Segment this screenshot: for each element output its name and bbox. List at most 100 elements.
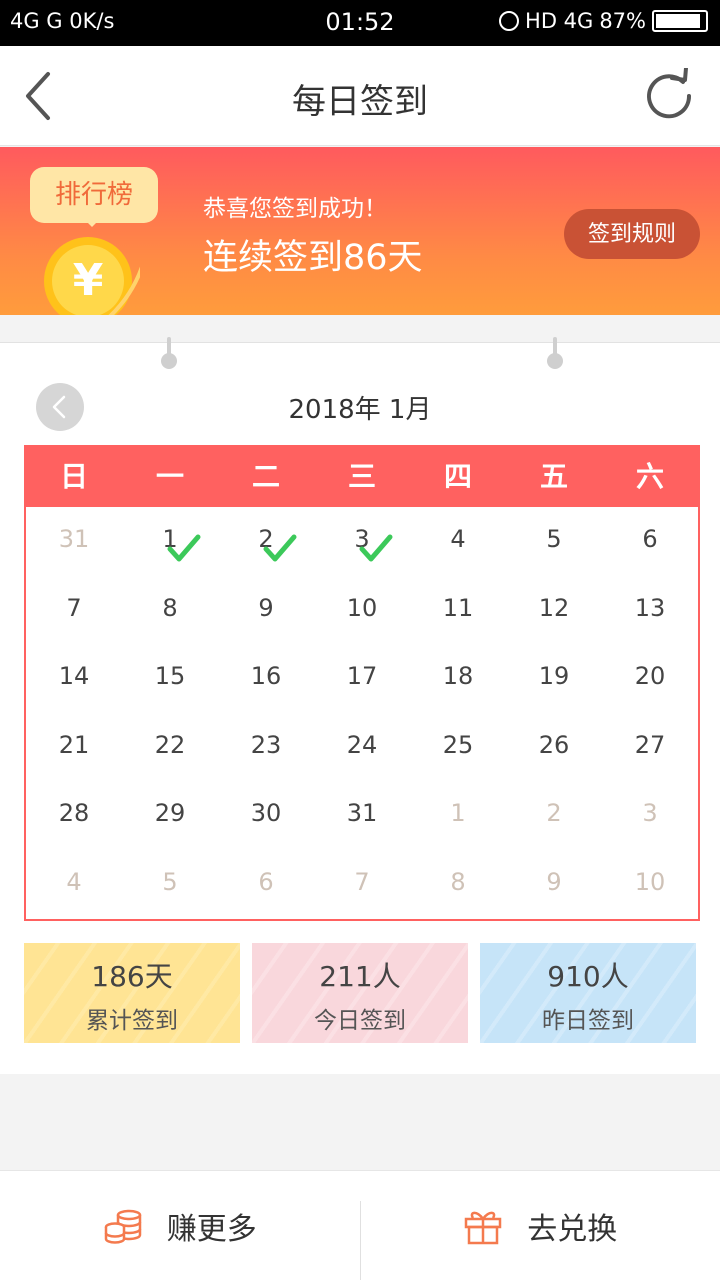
calendar-day-other-month[interactable]: 2 [506,781,602,850]
day-number: 6 [642,525,658,553]
day-number: 25 [442,730,474,759]
day-number: 8 [450,867,466,896]
calendar-day-other-month[interactable]: 6 [218,850,314,919]
calendar-day[interactable]: 11 [410,576,506,645]
stat-value: 186天 [91,960,173,993]
battery-icon [652,10,708,32]
calendar-day-other-month[interactable]: 8 [410,850,506,919]
calendar-day[interactable]: 2 [218,507,314,576]
calendar-weeks: 31 1 2 3 4 5 6 7 8 9 10 11 12 13 14 15 16 17 18 19 20 21 22 23 2… [26,507,698,918]
calendar-day-other-month[interactable]: 5 [122,850,218,919]
weekday-label: 六 [635,460,664,493]
calendar-day[interactable]: 16 [218,644,314,713]
weekday-label: 四 [443,460,472,493]
gift-icon [465,1211,502,1244]
day-number: 21 [58,730,90,759]
day-number: 4 [66,867,82,896]
calendar-day[interactable]: 22 [122,713,218,782]
day-number: 29 [154,799,186,827]
day-number: 7 [66,593,82,622]
calendar-day[interactable]: 23 [218,713,314,782]
calendar-day-other-month[interactable]: 1 [410,781,506,850]
exchange-label: 去兑换 [527,1211,618,1247]
checkin-streak: 连续签到86天 [203,238,423,278]
day-number: 9 [258,593,274,622]
calendar-day[interactable]: 8 [122,576,218,645]
yuan-coin-icon: ¥ [44,237,140,315]
calendar-day[interactable]: 13 [602,576,698,645]
weekday-label: 三 [347,460,376,493]
calendar-day[interactable]: 1 [122,507,218,576]
calendar-day[interactable]: 28 [26,781,122,850]
total-checkins-stat: 186天累计签到 [24,943,240,1043]
calendar-day[interactable]: 3 [314,507,410,576]
stat-label: 累计签到 [86,1008,178,1034]
calendar-day-other-month[interactable]: 9 [506,850,602,919]
calendar-day-other-month[interactable]: 31 [26,507,122,576]
calendar-day[interactable]: 19 [506,644,602,713]
calendar-day[interactable]: 6 [602,507,698,576]
stats-row: 186天 累计签到 211人 今日签到 910人 昨日签到 [24,943,696,1043]
day-number: 10 [634,867,666,896]
day-number: 11 [442,593,474,622]
day-number: 7 [354,867,370,896]
calendar-card: 2018年 1月 日一二三四五六 31 1 2 3 4 5 6 7 8 9 10 11 12 13 14 15… [0,337,720,1074]
day-number: 15 [154,662,186,690]
calendar-day[interactable]: 12 [506,576,602,645]
refresh-icon [647,66,692,119]
month-title: 2018年 1月 [288,395,432,425]
stat-label: 昨日签到 [542,1008,634,1034]
calendar-day[interactable]: 15 [122,644,218,713]
calendar-day[interactable]: 14 [26,644,122,713]
battery-percent: 87% [599,9,646,33]
calendar-day[interactable]: 31 [314,781,410,850]
calendar-day-other-month[interactable]: 7 [314,850,410,919]
exchange-button[interactable]: 去兑换 [361,1171,720,1280]
day-number: 17 [346,662,378,690]
calendar-day[interactable]: 27 [602,713,698,782]
calendar-day[interactable]: 30 [218,781,314,850]
day-number: 26 [538,730,570,759]
bottom-bar: 赚更多 去兑换 [0,1170,720,1280]
calendar-day-other-month[interactable]: 3 [602,781,698,850]
calendar-day[interactable]: 26 [506,713,602,782]
day-number: 4 [450,525,466,553]
day-number: 14 [58,662,90,690]
calendar-day[interactable]: 5 [506,507,602,576]
day-number: 31 [346,799,378,827]
calendar-day[interactable]: 21 [26,713,122,782]
day-number: 13 [634,593,666,622]
day-number: 10 [346,593,378,622]
refresh-button[interactable] [642,66,698,124]
page-title: 每日签到 [292,82,428,122]
day-number: 9 [546,867,562,896]
weekday-label: 二 [251,460,280,493]
day-number: 30 [250,799,282,827]
calendar-day[interactable]: 9 [218,576,314,645]
calendar-day[interactable]: 24 [314,713,410,782]
day-number: 23 [250,730,282,759]
stat-value: 910人 [547,960,629,993]
calendar-day[interactable]: 25 [410,713,506,782]
calendar-day[interactable]: 17 [314,644,410,713]
checkin-rules-button[interactable]: 签到规则 [564,209,700,259]
day-number: 8 [162,593,178,622]
calendar-day[interactable]: 7 [26,576,122,645]
earn-more-button[interactable]: 赚更多 [0,1171,360,1280]
calendar-week-row: 21 22 23 24 25 26 27 [26,713,698,782]
leaderboard-button[interactable]: 排行榜 [30,167,158,227]
weekday-label: 五 [539,460,568,493]
calendar-day[interactable]: 10 [314,576,410,645]
app-header: 每日签到 [0,46,720,146]
calendar-day[interactable]: 18 [410,644,506,713]
calendar-day[interactable]: 29 [122,781,218,850]
day-number: 6 [258,867,274,896]
day-number: 22 [154,730,186,759]
calendar-day-other-month[interactable]: 10 [602,850,698,919]
day-number: 20 [634,662,666,690]
calendar-day[interactable]: 4 [410,507,506,576]
calendar-day-other-month[interactable]: 4 [26,850,122,919]
calendar-day[interactable]: 20 [602,644,698,713]
checkmark-icon [263,534,297,562]
pin-decoration [547,337,563,369]
